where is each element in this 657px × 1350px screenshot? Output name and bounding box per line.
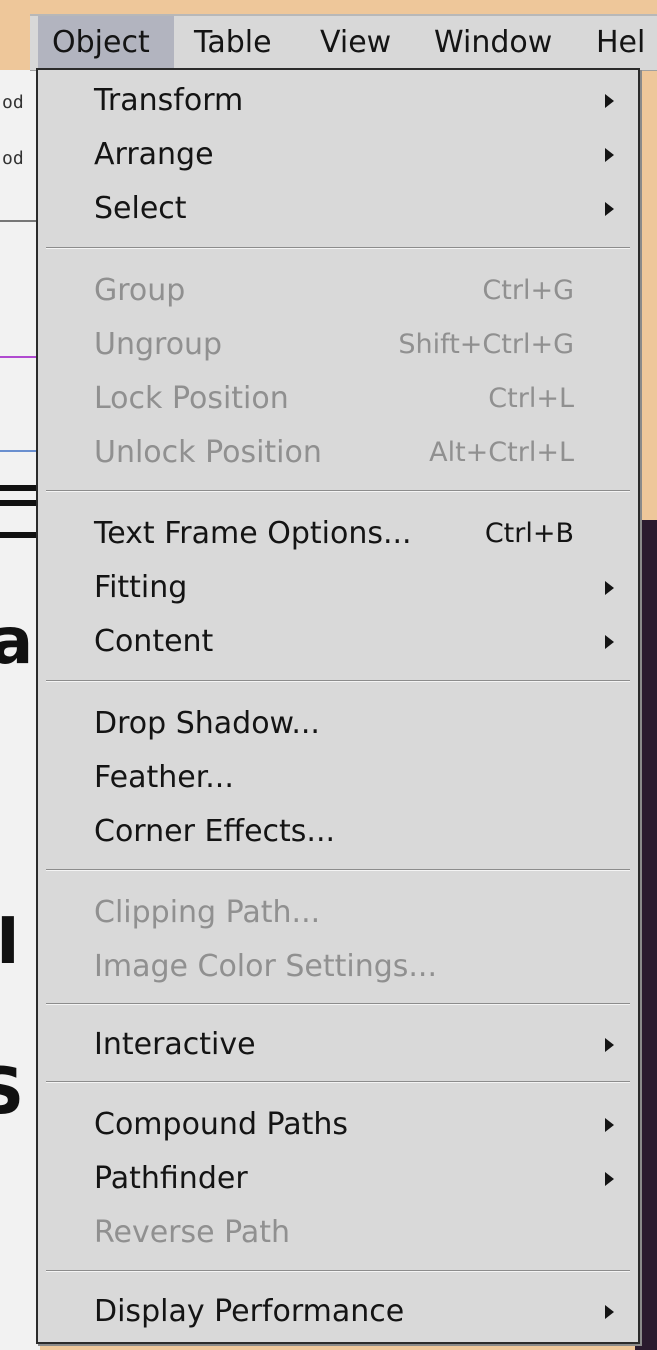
- menu-item-content[interactable]: Content: [38, 615, 638, 669]
- menubar-window[interactable]: Window: [420, 16, 566, 70]
- menu-separator: [46, 1003, 630, 1005]
- menu-item-label: Clipping Path...: [94, 895, 321, 930]
- menu-item-shortcut: Shift+Ctrl+G: [398, 329, 574, 360]
- menu-item-lock-position: Lock Position Ctrl+L: [38, 372, 638, 426]
- document-rule: [0, 485, 40, 491]
- menu-item-arrange[interactable]: Arrange: [38, 128, 638, 182]
- menu-item-shortcut: Ctrl+B: [484, 518, 574, 549]
- menu-item-label: Content: [94, 624, 214, 659]
- menu-item-label: Drop Shadow...: [94, 706, 320, 741]
- document-rule: [0, 532, 40, 538]
- menu-item-label: Reverse Path: [94, 1215, 291, 1250]
- menu-item-label: Image Color Settings...: [94, 949, 438, 984]
- menu-item-label: Group: [94, 273, 186, 308]
- menu-item-label: Arrange: [94, 137, 214, 172]
- submenu-arrow-icon: [605, 202, 614, 216]
- menu-item-label: Transform: [94, 83, 244, 118]
- menu-item-label: Corner Effects...: [94, 814, 336, 849]
- submenu-arrow-icon: [605, 581, 614, 595]
- menu-item-pathfinder[interactable]: Pathfinder: [38, 1152, 638, 1206]
- menu-item-display-performance[interactable]: Display Performance: [38, 1285, 638, 1339]
- submenu-arrow-icon: [605, 148, 614, 162]
- menu-item-shortcut: Alt+Ctrl+L: [429, 437, 574, 468]
- menu-item-select[interactable]: Select: [38, 182, 638, 236]
- menu-item-group: Group Ctrl+G: [38, 264, 638, 318]
- menubar-view[interactable]: View: [306, 16, 405, 70]
- menu-separator: [46, 1081, 630, 1083]
- submenu-arrow-icon: [605, 635, 614, 649]
- submenu-arrow-icon: [605, 1038, 614, 1052]
- menu-item-ungroup: Ungroup Shift+Ctrl+G: [38, 318, 638, 372]
- menu-item-reverse-path: Reverse Path: [38, 1206, 638, 1260]
- menu-item-label: Ungroup: [94, 327, 223, 362]
- document-guide-line: [0, 450, 40, 452]
- menu-item-transform[interactable]: Transform: [38, 74, 638, 128]
- menu-item-drop-shadow[interactable]: Drop Shadow...: [38, 697, 638, 751]
- menu-item-compound-paths[interactable]: Compound Paths: [38, 1098, 638, 1152]
- menubar-help[interactable]: Hel: [582, 16, 657, 70]
- menu-item-interactive[interactable]: Interactive: [38, 1018, 638, 1072]
- menu-separator: [46, 490, 630, 492]
- menu-item-label: Unlock Position: [94, 435, 322, 470]
- menu-item-feather[interactable]: Feather...: [38, 751, 638, 805]
- menu-item-label: Compound Paths: [94, 1107, 349, 1142]
- submenu-arrow-icon: [605, 1305, 614, 1319]
- menu-item-unlock-position: Unlock Position Alt+Ctrl+L: [38, 426, 638, 480]
- menu-item-corner-effects[interactable]: Corner Effects...: [38, 805, 638, 859]
- menu-item-clipping-path: Clipping Path...: [38, 886, 638, 940]
- document-canvas-strip: od od a I S: [0, 70, 40, 1350]
- submenu-arrow-icon: [605, 1172, 614, 1186]
- menu-item-shortcut: Ctrl+L: [488, 383, 574, 414]
- menu-item-label: Text Frame Options...: [94, 516, 412, 551]
- menubar-table[interactable]: Table: [180, 16, 286, 70]
- menu-separator: [46, 1270, 630, 1272]
- submenu-arrow-icon: [605, 1118, 614, 1132]
- document-rule: [0, 500, 40, 506]
- menu-separator: [46, 680, 630, 682]
- menu-item-shortcut: Ctrl+G: [482, 275, 574, 306]
- document-guide-line: [0, 220, 40, 222]
- menu-item-label: Fitting: [94, 570, 188, 605]
- menu-item-label: Pathfinder: [94, 1161, 248, 1196]
- menu-separator: [46, 869, 630, 871]
- menu-separator: [46, 247, 630, 249]
- document-large-letter: S: [0, 1055, 25, 1129]
- document-text-fragment: od: [2, 92, 24, 113]
- object-menu-dropdown: Transform Arrange Select Group Ctrl+G Un…: [36, 68, 640, 1344]
- menu-item-image-color-settings: Image Color Settings...: [38, 940, 638, 994]
- menubar-object[interactable]: Object: [38, 16, 174, 70]
- menu-bar: Object Table View Window Hel: [30, 14, 657, 71]
- document-large-letter: I: [0, 905, 20, 979]
- menu-item-label: Lock Position: [94, 381, 289, 416]
- menu-item-fitting[interactable]: Fitting: [38, 561, 638, 615]
- document-large-letter: a: [0, 605, 34, 679]
- submenu-arrow-icon: [605, 94, 614, 108]
- document-text-fragment: od: [2, 148, 24, 169]
- menu-item-label: Display Performance: [94, 1294, 405, 1329]
- document-guide-line: [0, 356, 40, 358]
- menu-item-label: Select: [94, 191, 187, 226]
- menu-item-label: Interactive: [94, 1027, 256, 1062]
- menu-item-text-frame-options[interactable]: Text Frame Options... Ctrl+B: [38, 507, 638, 561]
- menu-item-label: Feather...: [94, 760, 234, 795]
